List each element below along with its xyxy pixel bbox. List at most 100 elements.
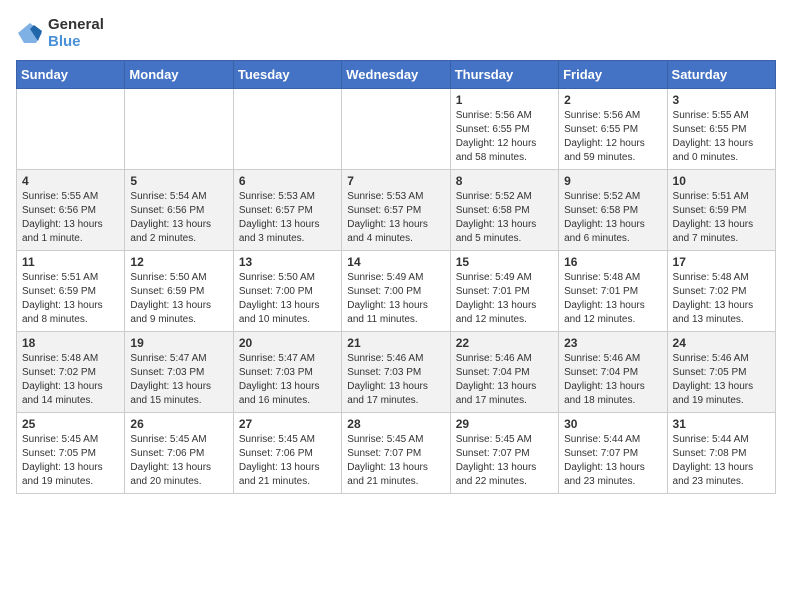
day-number: 17 — [673, 255, 770, 269]
calendar-cell: 13 Sunrise: 5:50 AM Sunset: 7:00 PM Dayli… — [233, 251, 341, 332]
day-info: Sunrise: 5:48 AM Sunset: 7:02 PM Dayligh… — [22, 352, 119, 408]
calendar-cell: 1Sunrise: 5:56 AM Sunset: 6:55 PM Daylig… — [450, 89, 558, 170]
day-number: 9 — [564, 174, 661, 188]
calendar-cell: 3 Sunrise: 5:55 AM Sunset: 6:55 PM Daylig… — [667, 89, 775, 170]
day-number: 1 — [456, 93, 553, 107]
day-number: 15 — [456, 255, 553, 269]
day-number: 26 — [130, 417, 227, 431]
day-info: Sunrise: 5:48 AM Sunset: 7:01 PM Dayligh… — [564, 271, 661, 327]
day-info: Sunrise: 5:55 AM Sunset: 6:55 PM Dayligh… — [673, 109, 770, 165]
day-number: 6 — [239, 174, 336, 188]
day-info: Sunrise: 5:46 AM Sunset: 7:04 PM Dayligh… — [564, 352, 661, 408]
calendar-cell: 4 Sunrise: 5:55 AM Sunset: 6:56 PM Daylig… — [17, 170, 125, 251]
logo: General Blue — [16, 16, 104, 50]
calendar-cell: 21 Sunrise: 5:46 AM Sunset: 7:03 PM Dayli… — [342, 332, 450, 413]
calendar-cell: 10Sunrise: 5:51 AM Sunset: 6:59 PM Dayli… — [667, 170, 775, 251]
day-info: Sunrise: 5:46 AM Sunset: 7:05 PM Dayligh… — [673, 352, 770, 408]
day-number: 30 — [564, 417, 661, 431]
day-info: Sunrise: 5:53 AM Sunset: 6:57 PM Dayligh… — [347, 190, 444, 246]
weekday-wednesday: Wednesday — [342, 61, 450, 89]
calendar-cell — [17, 89, 125, 170]
day-number: 4 — [22, 174, 119, 188]
calendar-cell: 17 Sunrise: 5:48 AM Sunset: 7:02 PM Dayli… — [667, 251, 775, 332]
day-info: Sunrise: 5:46 AM Sunset: 7:04 PM Dayligh… — [456, 352, 553, 408]
day-number: 31 — [673, 417, 770, 431]
day-info: Sunrise: 5:50 AM Sunset: 7:00 PM Dayligh… — [239, 271, 336, 327]
day-number: 8 — [456, 174, 553, 188]
day-info: Sunrise: 5:56 AM Sunset: 6:55 PM Dayligh… — [564, 109, 661, 165]
weekday-friday: Friday — [559, 61, 667, 89]
calendar-cell: 22 Sunrise: 5:46 AM Sunset: 7:04 PM Dayli… — [450, 332, 558, 413]
calendar-cell: 5 Sunrise: 5:54 AM Sunset: 6:56 PM Daylig… — [125, 170, 233, 251]
day-number: 12 — [130, 255, 227, 269]
calendar-cell — [233, 89, 341, 170]
day-info: Sunrise: 5:45 AM Sunset: 7:07 PM Dayligh… — [347, 433, 444, 489]
day-number: 24 — [673, 336, 770, 350]
day-number: 13 — [239, 255, 336, 269]
day-number: 21 — [347, 336, 444, 350]
day-info: Sunrise: 5:44 AM Sunset: 7:08 PM Dayligh… — [673, 433, 770, 489]
weekday-monday: Monday — [125, 61, 233, 89]
logo-icon — [16, 21, 44, 45]
calendar-cell: 25Sunrise: 5:45 AM Sunset: 7:05 PM Dayli… — [17, 413, 125, 494]
calendar-cell: 19 Sunrise: 5:47 AM Sunset: 7:03 PM Dayli… — [125, 332, 233, 413]
calendar-cell — [125, 89, 233, 170]
day-info: Sunrise: 5:52 AM Sunset: 6:58 PM Dayligh… — [456, 190, 553, 246]
day-info: Sunrise: 5:54 AM Sunset: 6:56 PM Dayligh… — [130, 190, 227, 246]
day-number: 14 — [347, 255, 444, 269]
calendar-cell: 15Sunrise: 5:49 AM Sunset: 7:01 PM Dayli… — [450, 251, 558, 332]
weekday-saturday: Saturday — [667, 61, 775, 89]
weekday-header-row: SundayMondayTuesdayWednesdayThursdayFrid… — [17, 61, 776, 89]
calendar-week-5: 25Sunrise: 5:45 AM Sunset: 7:05 PM Dayli… — [17, 413, 776, 494]
calendar-week-3: 11 Sunrise: 5:51 AM Sunset: 6:59 PM Dayli… — [17, 251, 776, 332]
calendar-cell: 26 Sunrise: 5:45 AM Sunset: 7:06 PM Dayli… — [125, 413, 233, 494]
day-info: Sunrise: 5:51 AM Sunset: 6:59 PM Dayligh… — [673, 190, 770, 246]
weekday-thursday: Thursday — [450, 61, 558, 89]
calendar-table: SundayMondayTuesdayWednesdayThursdayFrid… — [16, 60, 776, 494]
day-number: 7 — [347, 174, 444, 188]
calendar-cell: 9Sunrise: 5:52 AM Sunset: 6:58 PM Daylig… — [559, 170, 667, 251]
day-number: 18 — [22, 336, 119, 350]
calendar-cell: 18 Sunrise: 5:48 AM Sunset: 7:02 PM Dayli… — [17, 332, 125, 413]
calendar-cell: 6Sunrise: 5:53 AM Sunset: 6:57 PM Daylig… — [233, 170, 341, 251]
calendar-cell — [342, 89, 450, 170]
calendar-cell: 29Sunrise: 5:45 AM Sunset: 7:07 PM Dayli… — [450, 413, 558, 494]
calendar-cell: 16 Sunrise: 5:48 AM Sunset: 7:01 PM Dayli… — [559, 251, 667, 332]
day-info: Sunrise: 5:48 AM Sunset: 7:02 PM Dayligh… — [673, 271, 770, 327]
day-info: Sunrise: 5:45 AM Sunset: 7:07 PM Dayligh… — [456, 433, 553, 489]
calendar-cell: 8 Sunrise: 5:52 AM Sunset: 6:58 PM Daylig… — [450, 170, 558, 251]
weekday-sunday: Sunday — [17, 61, 125, 89]
day-info: Sunrise: 5:51 AM Sunset: 6:59 PM Dayligh… — [22, 271, 119, 327]
day-number: 28 — [347, 417, 444, 431]
day-info: Sunrise: 5:45 AM Sunset: 7:06 PM Dayligh… — [239, 433, 336, 489]
day-info: Sunrise: 5:46 AM Sunset: 7:03 PM Dayligh… — [347, 352, 444, 408]
calendar-week-1: 1 Sunrise: 5:56 AM Sunset: 6:55 PM Daylig… — [17, 89, 776, 170]
day-number: 19 — [130, 336, 227, 350]
day-info: Sunrise: 5:45 AM Sunset: 7:06 PM Dayligh… — [130, 433, 227, 489]
calendar-cell: 2Sunrise: 5:56 AM Sunset: 6:55 PM Daylig… — [559, 89, 667, 170]
day-number: 16 — [564, 255, 661, 269]
day-info: Sunrise: 5:47 AM Sunset: 7:03 PM Dayligh… — [130, 352, 227, 408]
calendar-week-4: 18 Sunrise: 5:48 AM Sunset: 7:02 PM Dayli… — [17, 332, 776, 413]
calendar-week-2: 4 Sunrise: 5:55 AM Sunset: 6:56 PM Daylig… — [17, 170, 776, 251]
calendar-cell: 14Sunrise: 5:49 AM Sunset: 7:00 PM Dayli… — [342, 251, 450, 332]
calendar-cell: 28 Sunrise: 5:45 AM Sunset: 7:07 PM Dayli… — [342, 413, 450, 494]
day-number: 23 — [564, 336, 661, 350]
day-number: 27 — [239, 417, 336, 431]
calendar-cell: 7 Sunrise: 5:53 AM Sunset: 6:57 PM Daylig… — [342, 170, 450, 251]
calendar-cell: 20Sunrise: 5:47 AM Sunset: 7:03 PM Dayli… — [233, 332, 341, 413]
page-header: General Blue — [16, 16, 776, 50]
day-number: 25 — [22, 417, 119, 431]
day-number: 5 — [130, 174, 227, 188]
day-number: 20 — [239, 336, 336, 350]
calendar-cell: 30 Sunrise: 5:44 AM Sunset: 7:07 PM Dayli… — [559, 413, 667, 494]
weekday-tuesday: Tuesday — [233, 61, 341, 89]
calendar-cell: 27 Sunrise: 5:45 AM Sunset: 7:06 PM Dayli… — [233, 413, 341, 494]
day-number: 11 — [22, 255, 119, 269]
day-info: Sunrise: 5:44 AM Sunset: 7:07 PM Dayligh… — [564, 433, 661, 489]
day-number: 3 — [673, 93, 770, 107]
day-info: Sunrise: 5:50 AM Sunset: 6:59 PM Dayligh… — [130, 271, 227, 327]
day-info: Sunrise: 5:55 AM Sunset: 6:56 PM Dayligh… — [22, 190, 119, 246]
calendar-cell: 11 Sunrise: 5:51 AM Sunset: 6:59 PM Dayli… — [17, 251, 125, 332]
day-number: 22 — [456, 336, 553, 350]
